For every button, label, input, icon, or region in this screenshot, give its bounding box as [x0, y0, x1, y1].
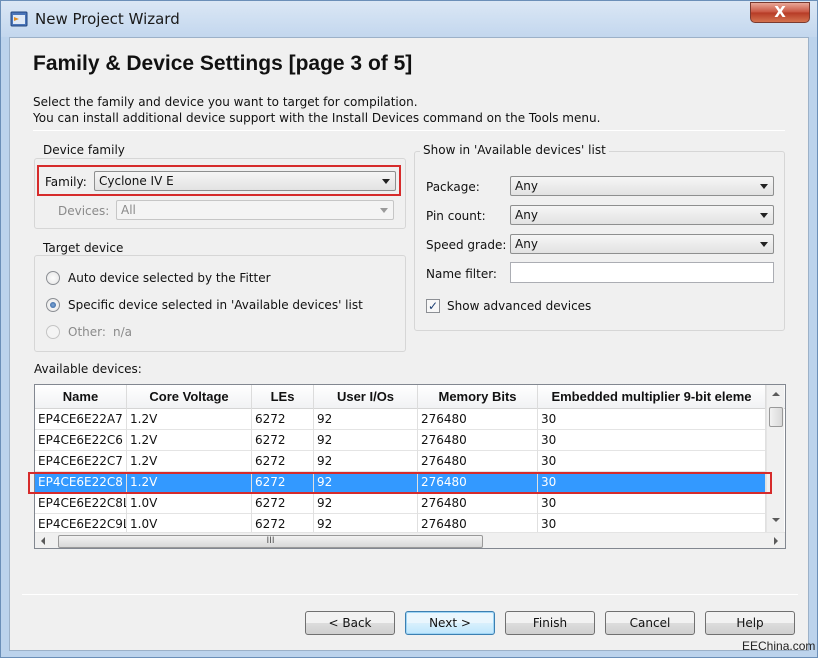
- chevron-down-icon: [760, 184, 768, 189]
- chevron-down-icon: [760, 242, 768, 247]
- app-icon: [10, 11, 28, 27]
- auto-device-radio[interactable]: [46, 271, 60, 285]
- speed-grade-label: Speed grade:: [426, 238, 507, 252]
- table-cell: 92: [314, 451, 418, 472]
- help-button[interactable]: Help: [705, 611, 795, 635]
- column-header-user-ios[interactable]: User I/Os: [314, 385, 418, 409]
- table-cell: 1.2V: [127, 430, 252, 451]
- horizontal-scrollbar[interactable]: III: [35, 532, 785, 548]
- table-cell: 30: [538, 430, 766, 451]
- close-button[interactable]: X: [750, 2, 810, 23]
- target-device-group-label: Target device: [40, 241, 127, 255]
- table-cell: 30: [538, 451, 766, 472]
- back-button[interactable]: < Back: [305, 611, 395, 635]
- specific-device-radio[interactable]: [46, 298, 60, 312]
- show-advanced-label[interactable]: Show advanced devices: [447, 299, 591, 313]
- cancel-button[interactable]: Cancel: [605, 611, 695, 635]
- footer-divider: [22, 594, 798, 595]
- header-divider: [33, 130, 785, 131]
- watermark: EEChina.com: [742, 639, 816, 653]
- table-cell: 276480: [418, 493, 538, 514]
- devices-label: Devices:: [58, 204, 110, 218]
- horizontal-scroll-thumb[interactable]: III: [58, 535, 483, 548]
- pin-count-select[interactable]: Any: [510, 205, 774, 225]
- table-cell: EP4CE6E22C6: [35, 430, 127, 451]
- column-header-memory-bits[interactable]: Memory Bits: [418, 385, 538, 409]
- wizard-header: Family & Device Settings [page 3 of 5] S…: [10, 38, 808, 128]
- name-filter-label: Name filter:: [426, 267, 497, 281]
- specific-device-label[interactable]: Specific device selected in 'Available d…: [68, 298, 363, 312]
- table-row[interactable]: EP4CE6E22C8L 1.0V 6272 92 276480 30: [35, 493, 766, 514]
- table-cell: EP4CE6E22C8L: [35, 493, 127, 514]
- column-header-les[interactable]: LEs: [252, 385, 314, 409]
- auto-device-label[interactable]: Auto device selected by the Fitter: [68, 271, 271, 285]
- scroll-right-icon[interactable]: [774, 537, 778, 545]
- table-row[interactable]: EP4CE6E22C7 1.2V 6272 92 276480 30: [35, 451, 766, 472]
- other-device-value: n/a: [113, 325, 133, 339]
- table-cell: 6272: [252, 430, 314, 451]
- table-cell: 92: [314, 409, 418, 430]
- description-line-2: You can install additional device suppor…: [33, 111, 601, 125]
- scroll-up-icon[interactable]: [772, 392, 780, 396]
- family-highlight-box: [37, 165, 401, 196]
- package-select-value: Any: [515, 179, 538, 193]
- other-device-radio: [46, 325, 60, 339]
- package-select[interactable]: Any: [510, 176, 774, 196]
- table-row[interactable]: EP4CE6E22C6 1.2V 6272 92 276480 30: [35, 430, 766, 451]
- page-description: Select the family and device you want to…: [33, 94, 600, 126]
- name-filter-input[interactable]: [510, 262, 774, 283]
- device-family-group-label: Device family: [40, 143, 128, 157]
- vertical-scroll-thumb[interactable]: [769, 407, 783, 427]
- scroll-left-icon[interactable]: [41, 537, 45, 545]
- available-devices-label: Available devices:: [34, 362, 142, 376]
- column-header-name[interactable]: Name: [35, 385, 127, 409]
- table-cell: 276480: [418, 430, 538, 451]
- pin-count-label: Pin count:: [426, 209, 486, 223]
- page-title: Family & Device Settings [page 3 of 5]: [33, 52, 413, 75]
- column-header-core-voltage[interactable]: Core Voltage: [127, 385, 252, 409]
- table-cell: 6272: [252, 493, 314, 514]
- table-cell: EP4CE6E22C7: [35, 451, 127, 472]
- table-cell: 1.2V: [127, 451, 252, 472]
- table-header: Name Core Voltage LEs User I/Os Memory B…: [35, 385, 785, 409]
- speed-grade-select-value: Any: [515, 237, 538, 251]
- devices-select-value: All: [121, 203, 136, 217]
- speed-grade-select[interactable]: Any: [510, 234, 774, 254]
- pin-count-select-value: Any: [515, 208, 538, 222]
- table-cell: 1.2V: [127, 409, 252, 430]
- available-devices-table[interactable]: Name Core Voltage LEs User I/Os Memory B…: [34, 384, 786, 549]
- other-device-label: Other:: [68, 325, 106, 339]
- package-label: Package:: [426, 180, 480, 194]
- table-cell: 6272: [252, 409, 314, 430]
- chevron-down-icon: [760, 213, 768, 218]
- title-bar[interactable]: New Project Wizard X: [1, 1, 817, 37]
- table-cell: 276480: [418, 451, 538, 472]
- show-advanced-checkbox[interactable]: ✓: [426, 299, 440, 313]
- table-cell: 276480: [418, 409, 538, 430]
- selected-row-highlight-box: [28, 472, 772, 494]
- chevron-down-icon: [380, 208, 388, 213]
- devices-select: All: [116, 200, 394, 220]
- table-cell: 92: [314, 493, 418, 514]
- window-title: New Project Wizard: [35, 10, 180, 28]
- table-cell: 92: [314, 430, 418, 451]
- next-button[interactable]: Next >: [405, 611, 495, 635]
- description-line-1: Select the family and device you want to…: [33, 95, 418, 109]
- table-cell: EP4CE6E22A7: [35, 409, 127, 430]
- column-header-embedded-multiplier[interactable]: Embedded multiplier 9-bit eleme: [538, 385, 766, 409]
- table-cell: 1.0V: [127, 493, 252, 514]
- table-cell: 30: [538, 409, 766, 430]
- finish-button[interactable]: Finish: [505, 611, 595, 635]
- table-cell: 30: [538, 493, 766, 514]
- scroll-down-icon[interactable]: [772, 518, 780, 522]
- show-in-group-label: Show in 'Available devices' list: [420, 143, 609, 157]
- table-cell: 6272: [252, 451, 314, 472]
- vertical-scrollbar[interactable]: [766, 385, 784, 533]
- close-icon: X: [774, 3, 786, 21]
- wizard-window: New Project Wizard X Family & Device Set…: [0, 0, 818, 658]
- table-row[interactable]: EP4CE6E22A7 1.2V 6272 92 276480 30: [35, 409, 766, 430]
- scroll-grip-icon: III: [266, 536, 275, 546]
- wizard-client-area: Family & Device Settings [page 3 of 5] S…: [9, 37, 809, 651]
